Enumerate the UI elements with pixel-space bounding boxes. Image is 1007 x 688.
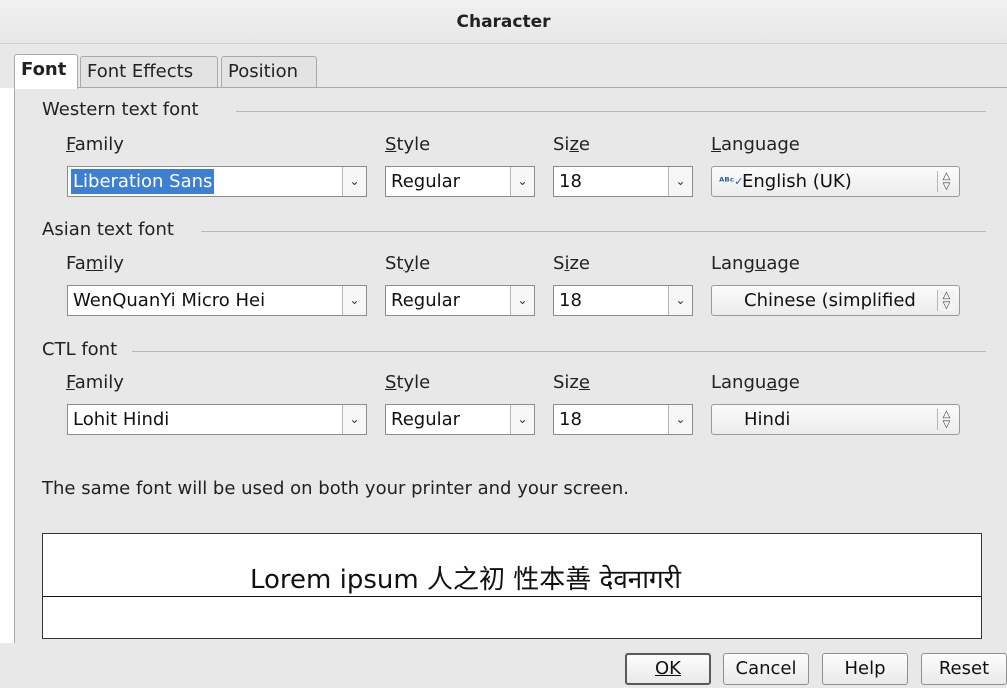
ctl-language-label: Language [711,372,800,393]
preview-baseline [43,596,981,597]
western-language-value: English (UK) [742,171,852,192]
ctl-style-value: Regular [391,409,461,430]
ctl-section-title: CTL font [42,339,118,360]
ok-button[interactable]: OK [625,653,711,685]
western-family-value: Liberation Sans [71,169,215,194]
tab-font[interactable]: Font [14,54,78,89]
ok-button-label: OK [655,658,681,679]
asian-section-divider [201,231,986,232]
spin-updown-icon: △ ▽ [937,409,955,430]
asian-style-value: Regular [391,290,461,311]
asian-family-combo[interactable]: WenQuanYi Micro Hei ⌄ [67,285,367,316]
western-size-label: Size [553,134,590,155]
chevron-down-icon[interactable]: ⌄ [668,405,692,434]
chevron-down-icon[interactable]: ⌄ [342,405,366,434]
western-family-label: Family [66,134,124,155]
western-style-value: Regular [391,171,461,192]
ctl-language-value: Hindi [744,409,791,430]
asian-language-value: Chinese (simplified [744,290,916,311]
button-bar: OK Cancel Help Reset [0,643,1007,688]
asian-size-combo[interactable]: 18 ⌄ [553,285,693,316]
spin-updown-icon: △ ▽ [937,171,955,192]
asian-section-title: Asian text font [42,219,174,240]
info-text: The same font will be used on both your … [42,478,629,499]
asian-style-combo[interactable]: Regular ⌄ [385,285,535,316]
spin-updown-icon: △ ▽ [937,290,955,311]
western-language-label: Language [711,134,800,155]
tab-position[interactable]: Position [221,56,317,88]
asian-family-label: Family [66,253,124,274]
chevron-down-icon[interactable]: ⌄ [342,286,366,315]
asian-size-label: Size [553,253,590,274]
ctl-family-combo[interactable]: Lohit Hindi ⌄ [67,404,367,435]
ctl-size-label: Size [553,372,590,393]
asian-family-value: WenQuanYi Micro Hei [73,290,266,311]
ctl-family-value: Lohit Hindi [73,409,170,430]
reset-button[interactable]: Reset [921,653,1007,685]
cancel-button[interactable]: Cancel [723,653,809,685]
ctl-style-label: Style [385,372,431,393]
chevron-down-icon[interactable]: ⌄ [668,167,692,196]
asian-style-label: Style [385,253,431,274]
tab-bar: Font Font Effects Position [0,44,1007,89]
ctl-size-value: 18 [559,409,582,430]
asian-size-value: 18 [559,290,582,311]
character-dialog: Character Font Font Effects Position Wes… [0,0,1007,688]
dialog-title: Character [0,0,1007,44]
asian-language-label: Language [711,253,800,274]
chevron-down-icon[interactable]: ⌄ [342,167,366,196]
western-section-title: Western text font [42,99,199,120]
western-size-value: 18 [559,171,582,192]
ctl-section-divider [132,351,986,352]
ctl-size-combo[interactable]: 18 ⌄ [553,404,693,435]
western-section-divider [236,111,986,112]
ctl-family-label: Family [66,372,124,393]
chevron-down-icon[interactable]: ⌄ [510,167,534,196]
western-language-select[interactable]: ᴬᴮᶜ✓ English (UK) △ ▽ [711,166,960,197]
western-size-combo[interactable]: 18 ⌄ [553,166,693,197]
font-preview: Lorem ipsum 人之初 性本善 देवनागरी [42,533,982,639]
asian-language-select[interactable]: Chinese (simplified △ ▽ [711,285,960,316]
western-style-label: Style [385,134,431,155]
spellcheck-icon: ᴬᴮᶜ✓ [719,175,744,188]
tab-font-effects[interactable]: Font Effects [80,56,218,88]
western-family-combo[interactable]: Liberation Sans ⌄ [67,166,367,197]
western-family-label-rest: amily [74,134,124,155]
western-style-combo[interactable]: Regular ⌄ [385,166,535,197]
chevron-down-icon[interactable]: ⌄ [510,405,534,434]
ctl-language-select[interactable]: Hindi △ ▽ [711,404,960,435]
ctl-style-combo[interactable]: Regular ⌄ [385,404,535,435]
chevron-down-icon[interactable]: ⌄ [510,286,534,315]
preview-text: Lorem ipsum 人之初 性本善 देवनागरी [247,565,684,595]
help-button[interactable]: Help [822,653,908,685]
chevron-down-icon[interactable]: ⌄ [668,286,692,315]
